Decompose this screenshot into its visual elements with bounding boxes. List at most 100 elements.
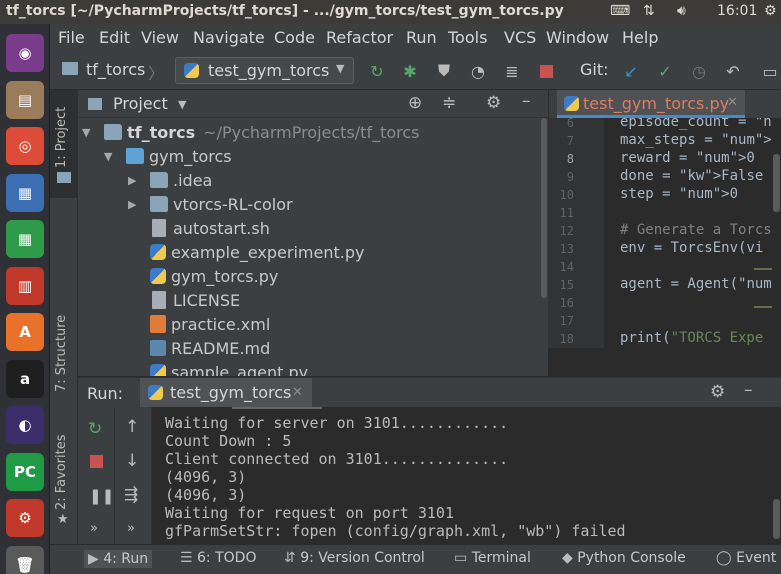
coverage-icon[interactable]: ⛊	[434, 61, 454, 81]
stop-icon[interactable]	[536, 61, 556, 81]
ubuntu-dash-icon[interactable]: ◉	[6, 34, 44, 72]
menu-refactor[interactable]: Refactor	[326, 28, 393, 47]
tree-item[interactable]: gym_torcs.py	[128, 264, 278, 288]
tab-project[interactable]: 1: Project	[54, 107, 69, 168]
line-number: 6	[566, 116, 574, 130]
settings-icon[interactable]: ⚙	[6, 499, 44, 537]
tree-item[interactable]: sample_agent.py	[128, 360, 308, 376]
tree-item[interactable]: ▼ gym_torcs	[104, 144, 232, 168]
run-tab[interactable]: test_gym_torcs ✕	[140, 378, 312, 408]
menu-view[interactable]: View	[141, 28, 179, 47]
project-view-selector[interactable]: Project	[113, 94, 168, 113]
rerun-icon[interactable]: ↻	[367, 61, 387, 81]
breadcrumb[interactable]: tf_torcs	[86, 60, 145, 79]
tree-item[interactable]: ▶ .idea	[128, 168, 212, 192]
tree-scrollbar[interactable]	[540, 118, 548, 376]
trash-icon[interactable]: 🗑︎	[6, 545, 44, 574]
close-icon[interactable]: ✕	[727, 95, 738, 110]
more-icon[interactable]: »	[90, 521, 98, 536]
settings-icon[interactable]: ⚙	[710, 382, 725, 402]
bottom-tab-python-console[interactable]: ◆ Python Console	[562, 550, 686, 566]
tree-root[interactable]: ▼ tf_torcs ~/PycharmProjects/tf_torcs	[82, 120, 420, 144]
soft-wrap-icon[interactable]: ⇶	[124, 485, 138, 505]
git-update-icon[interactable]: ↙	[621, 61, 641, 81]
eclipse-icon[interactable]: ◐	[6, 406, 44, 444]
software-center-icon[interactable]: A	[6, 313, 44, 351]
volume-icon[interactable]: 🔊︎	[677, 3, 686, 19]
menu-file[interactable]: File	[58, 28, 85, 47]
console-scrollbar-thumb[interactable]	[773, 499, 780, 539]
pycharm-icon[interactable]: PC	[6, 452, 44, 491]
menu-window[interactable]: Window	[546, 28, 609, 47]
expand-arrow-icon[interactable]: ▼	[82, 126, 96, 139]
editor-tab-label: test_gym_torcs.py	[583, 94, 730, 113]
impress-icon[interactable]: ▥	[6, 266, 44, 305]
editor-scrollbar-thumb[interactable]	[773, 154, 780, 212]
run-config-dropdown[interactable]: test_gym_torcs ▼	[175, 57, 354, 84]
chrome-icon[interactable]: ◎	[6, 127, 44, 165]
power-icon[interactable]: ⚙	[764, 3, 777, 19]
menu-run[interactable]: Run	[406, 28, 437, 47]
chevron-down-icon[interactable]: ▼	[178, 98, 186, 111]
more-icon[interactable]: »	[127, 521, 135, 536]
collapse-all-icon[interactable]: ≑	[442, 93, 456, 113]
tree-item[interactable]: README.md	[128, 336, 270, 360]
editor-scrollbar[interactable]	[772, 118, 781, 348]
tree-item[interactable]: practice.xml	[128, 312, 270, 336]
menu-vcs[interactable]: VCS	[504, 28, 536, 47]
stop-icon[interactable]	[90, 455, 103, 468]
python-icon	[184, 63, 199, 78]
git-history-icon[interactable]: ◷	[689, 61, 709, 81]
pause-icon[interactable]: ❚❚	[89, 487, 114, 505]
tab-favorites[interactable]: 2: Favorites	[54, 434, 69, 510]
close-icon[interactable]: ✕	[292, 385, 303, 400]
menu-help[interactable]: Help	[622, 28, 658, 47]
writer-icon[interactable]: ▦	[6, 173, 44, 212]
profile-icon[interactable]: ◔	[468, 61, 488, 81]
menu-navigate[interactable]: Navigate	[193, 28, 265, 47]
tab-structure[interactable]: 7: Structure	[54, 315, 69, 392]
tree-item[interactable]: autostart.sh	[128, 216, 270, 240]
tree-item[interactable]: ▶ vtorcs-RL-color	[128, 192, 293, 216]
up-arrow-icon[interactable]: ↑	[125, 417, 139, 437]
rerun-icon[interactable]: ↻	[88, 419, 102, 439]
bottom-tab-todo[interactable]: ☰ 6: TODO	[180, 550, 256, 566]
folder-icon	[150, 196, 168, 212]
down-arrow-icon[interactable]: ↓	[125, 451, 139, 471]
clock[interactable]: 16:01	[717, 3, 757, 19]
concurrency-icon[interactable]: ≣	[502, 61, 522, 81]
tree-item[interactable]: LICENSE	[128, 288, 240, 312]
expand-arrow-icon[interactable]: ▶	[128, 198, 142, 211]
menu-edit[interactable]: Edit	[99, 28, 130, 47]
star-icon: ★	[57, 512, 69, 527]
locate-file-icon[interactable]: ⊕	[408, 93, 422, 113]
expand-arrow-icon[interactable]: ▼	[104, 150, 118, 163]
amazon-icon[interactable]: a	[6, 359, 44, 398]
editor-tab-active[interactable]: test_gym_torcs.py ✕	[557, 90, 745, 118]
hide-icon[interactable]: –	[744, 380, 753, 400]
console-scrollbar[interactable]	[772, 407, 781, 544]
bottom-tab-event-log[interactable]: ◯ Event	[716, 550, 776, 566]
hide-icon[interactable]: –	[522, 91, 531, 111]
bottom-tab-terminal[interactable]: ▭ Terminal	[454, 550, 531, 566]
network-icon[interactable]: ⇅	[643, 3, 655, 19]
bottom-tab-run[interactable]: ▶ 4: Run	[84, 550, 153, 568]
debug-icon[interactable]: ✱	[400, 61, 420, 81]
python-file-icon	[150, 268, 166, 284]
code-line: agent = Agent("num">1)	[620, 276, 772, 292]
keyboard-icon[interactable]: ⌨	[610, 3, 630, 19]
menu-tools[interactable]: Tools	[448, 28, 487, 47]
expand-arrow-icon[interactable]: ▶	[128, 174, 142, 187]
code-area[interactable]: episode_count = "num">1 max_steps = "num"…	[604, 118, 772, 348]
tree-item[interactable]: example_experiment.py	[128, 240, 364, 264]
files-icon[interactable]: ▤	[6, 80, 44, 119]
more-icon[interactable]: ▭	[760, 61, 780, 81]
git-commit-icon[interactable]: ✓	[655, 61, 675, 81]
settings-icon[interactable]: ⚙	[486, 93, 501, 113]
git-revert-icon[interactable]: ↶	[723, 61, 743, 81]
run-console[interactable]: Waiting for server on 3101............ Co…	[152, 407, 772, 544]
tree-scrollbar-thumb[interactable]	[541, 118, 547, 298]
bottom-tab-vcs[interactable]: ⇵ 9: Version Control	[284, 550, 425, 566]
calc-icon[interactable]: ▦	[6, 220, 44, 258]
menu-code[interactable]: Code	[274, 28, 315, 47]
